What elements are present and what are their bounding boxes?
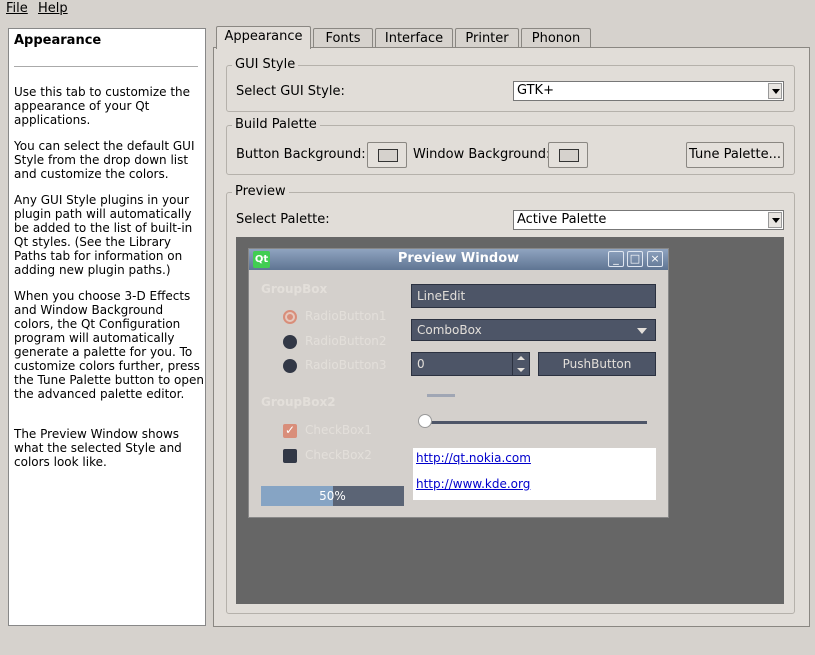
radio-button-2[interactable]	[283, 335, 297, 349]
link-kde[interactable]: http://www.kde.org	[416, 477, 530, 491]
help-paragraph-2: You can select the default GUI Style fro…	[14, 139, 195, 181]
build-palette-group-title: Build Palette	[232, 117, 320, 132]
checkbox-1-label: CheckBox1	[305, 423, 372, 437]
checkbox-2-label: CheckBox2	[305, 448, 372, 462]
chevron-down-icon	[768, 212, 782, 228]
scroll-handle[interactable]	[427, 394, 455, 397]
combobox[interactable]: ComboBox	[411, 319, 656, 341]
maximize-icon[interactable]: □	[627, 251, 643, 267]
spinbox-value: 0	[417, 357, 425, 371]
gui-style-combo-value: GTK+	[517, 83, 554, 98]
menu-file[interactable]: File	[6, 1, 28, 16]
help-paragraph-1: Use this tab to customize the appearance…	[14, 85, 191, 127]
tab-printer[interactable]: Printer	[455, 28, 519, 48]
help-paragraph-5: The Preview Window shows what the select…	[14, 427, 182, 469]
chevron-down-icon	[637, 328, 647, 334]
push-button[interactable]: PushButton	[538, 352, 656, 376]
menu-help[interactable]: Help	[38, 1, 68, 16]
menubar: File Help	[0, 0, 815, 18]
help-paragraph-4: When you choose 3-D Effects and Window B…	[14, 289, 205, 401]
preview-window-titlebar[interactable]: Qt Preview Window _ □ ×	[249, 249, 668, 270]
slider-track	[425, 421, 647, 424]
progress-bar: 50%	[261, 486, 404, 506]
checkbox-2[interactable]	[283, 449, 297, 463]
help-separator	[14, 66, 198, 67]
window-background-color-button[interactable]	[548, 142, 588, 168]
menu-help-label: Help	[38, 1, 68, 16]
tab-fonts[interactable]: Fonts	[313, 28, 373, 48]
button-background-color-button[interactable]	[367, 142, 407, 168]
spinbox[interactable]: 0	[411, 352, 530, 376]
radio-button-3[interactable]	[283, 359, 297, 373]
spin-down-icon[interactable]	[512, 364, 529, 375]
help-pane: Appearance Use this tab to customize the…	[8, 28, 206, 626]
radio-button-1[interactable]	[283, 310, 297, 324]
preview-window-title: Preview Window	[397, 251, 520, 266]
preview-group-title: Preview	[232, 184, 289, 199]
checkbox-1[interactable]: ✓	[283, 424, 297, 438]
button-background-label: Button Background:	[236, 147, 366, 162]
menu-file-label: File	[6, 1, 28, 16]
link-qt-nokia[interactable]: http://qt.nokia.com	[416, 451, 531, 465]
select-palette-combo[interactable]: Active Palette	[513, 210, 784, 230]
tab-interface[interactable]: Interface	[375, 28, 453, 48]
links-box: http://qt.nokia.com http://www.kde.org	[413, 448, 656, 500]
tune-palette-button[interactable]: Tune Palette...	[686, 142, 784, 168]
gui-style-group-title: GUI Style	[232, 57, 299, 72]
tab-phonon[interactable]: Phonon	[521, 28, 591, 48]
color-swatch-icon	[559, 149, 579, 162]
chevron-down-icon	[768, 83, 782, 99]
tab-appearance[interactable]: Appearance	[216, 26, 311, 49]
minimize-icon[interactable]: _	[608, 251, 624, 267]
progress-text: 50%	[319, 489, 346, 503]
select-palette-combo-value: Active Palette	[517, 212, 607, 227]
help-paragraph-3: Any GUI Style plugins in your plugin pat…	[14, 193, 193, 277]
groupbox2-title: GroupBox2	[261, 395, 336, 409]
gui-style-combo[interactable]: GTK+	[513, 81, 784, 101]
radio-button-2-label: RadioButton2	[305, 334, 387, 348]
close-icon[interactable]: ×	[647, 251, 663, 267]
slider-handle[interactable]	[418, 414, 432, 428]
color-swatch-icon	[378, 149, 398, 162]
select-palette-label: Select Palette:	[236, 212, 330, 227]
preview-window: Qt Preview Window _ □ × GroupBox RadioBu…	[248, 248, 669, 518]
gui-style-label: Select GUI Style:	[236, 84, 345, 99]
combobox-value: ComboBox	[417, 323, 482, 337]
lineedit-field[interactable]: LineEdit	[411, 284, 656, 308]
help-title: Appearance	[14, 33, 102, 48]
radio-button-1-label: RadioButton1	[305, 309, 387, 323]
radio-button-3-label: RadioButton3	[305, 358, 387, 372]
groupbox-title: GroupBox	[261, 282, 328, 296]
window-background-label: Window Background:	[413, 147, 551, 162]
